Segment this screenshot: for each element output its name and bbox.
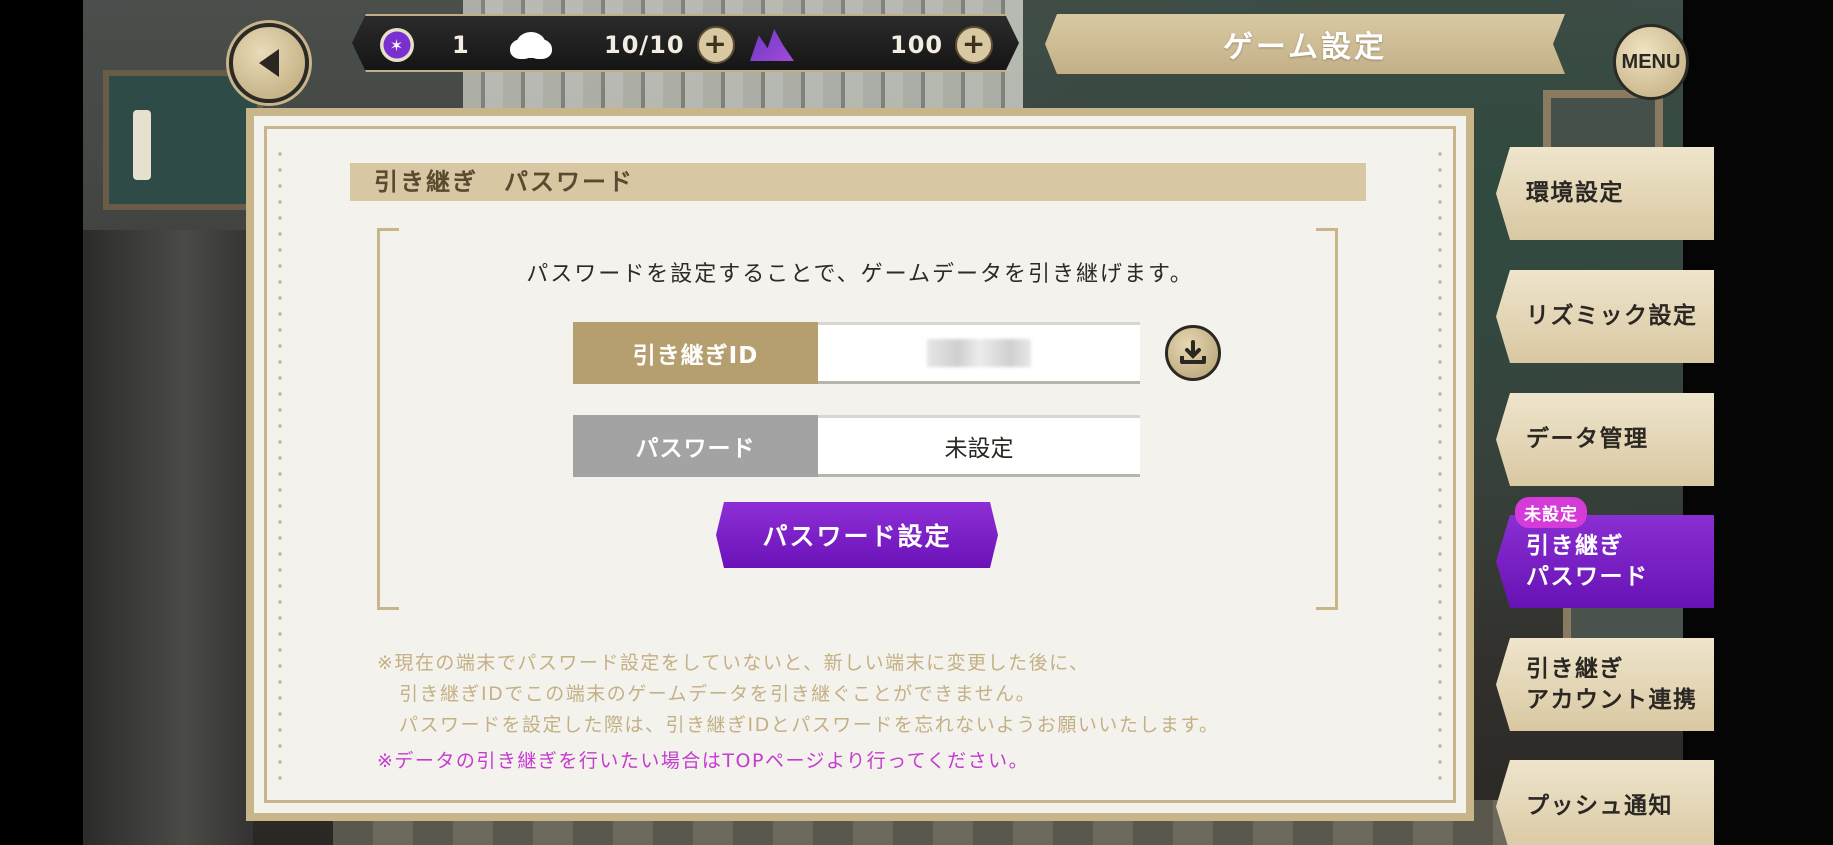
background-shelf (83, 230, 253, 845)
note-line: ※現在の端末でパスワード設定をしていないと、新しい端末に変更した後に、 (377, 652, 1090, 674)
back-button[interactable] (229, 23, 309, 103)
warning-note: ※データの引き継ぎを行いたい場合はTOPページより行ってください。 (377, 750, 1030, 772)
dotted-border (278, 146, 282, 783)
dotted-border (1438, 146, 1442, 783)
blurred-id (927, 339, 1031, 367)
add-crystal-button[interactable]: + (955, 26, 993, 64)
currency-bar: ✶ 1 10/10 + 100 + (352, 14, 1019, 72)
download-icon (1180, 340, 1206, 364)
menu-button[interactable]: MENU (1613, 24, 1689, 100)
tab-label: アカウント連携 (1526, 686, 1698, 713)
download-id-button[interactable] (1165, 325, 1221, 381)
tab-label: データ管理 (1526, 426, 1649, 452)
background-board (103, 70, 263, 210)
stamina-count: 10/10 (604, 31, 685, 59)
description: パスワードを設定することで、ゲームデータを引き継げます。 (526, 262, 1194, 287)
tab-data-management[interactable]: データ管理 (1496, 393, 1714, 486)
tab-label: リズミック設定 (1526, 303, 1698, 329)
add-stamina-button[interactable]: + (697, 26, 735, 64)
currency-crystal: 100 + (750, 16, 993, 74)
transfer-id-label: 引き継ぎID (573, 322, 818, 384)
tab-rhythmic-settings[interactable]: リズミック設定 (1496, 270, 1714, 363)
tab-label: パスワード (1526, 563, 1649, 590)
password-value: 未設定 (818, 415, 1140, 477)
tab-label: 引き継ぎ (1526, 532, 1624, 559)
cloud-icon (516, 32, 546, 58)
tab-label: 環境設定 (1526, 180, 1624, 206)
tab-transfer-password[interactable]: 引き継ぎ パスワード (1496, 515, 1714, 608)
settings-panel: 引き継ぎ パスワード パスワードを設定することで、ゲームデータを引き継げます。 … (246, 108, 1474, 821)
section-title: 引き継ぎ パスワード (350, 163, 1366, 201)
tab-push-notification[interactable]: プッシュ通知 (1496, 760, 1714, 845)
tab-transfer-account-link[interactable]: 引き継ぎ アカウント連携 (1496, 638, 1714, 731)
transfer-id-value (818, 322, 1140, 384)
currency-stamina: 10/10 + (516, 16, 735, 74)
transfer-id-row: 引き継ぎID (573, 322, 1140, 384)
star-gem-icon: ✶ (380, 28, 414, 62)
page-title: ゲーム設定 (1045, 14, 1565, 74)
background-candle (133, 110, 151, 180)
set-password-button[interactable]: パスワード設定 (716, 502, 998, 568)
currency-gem: ✶ 1 (380, 16, 470, 74)
tab-environment-settings[interactable]: 環境設定 (1496, 147, 1714, 240)
note-line: パスワードを設定した際は、引き継ぎIDとパスワードを忘れないようお願いいたします… (399, 714, 1220, 736)
crystal-icon (750, 29, 794, 61)
gem-count: 1 (452, 31, 470, 59)
password-row: パスワード 未設定 (573, 415, 1140, 477)
status-badge: 未設定 (1515, 497, 1587, 528)
crystal-count: 100 (890, 31, 944, 59)
password-label: パスワード (573, 415, 818, 477)
tab-label: 引き継ぎ (1526, 655, 1624, 682)
tab-label: プッシュ通知 (1526, 793, 1673, 819)
note-line: 引き継ぎIDでこの端末のゲームデータを引き継ぐことができません。 (399, 683, 1037, 705)
